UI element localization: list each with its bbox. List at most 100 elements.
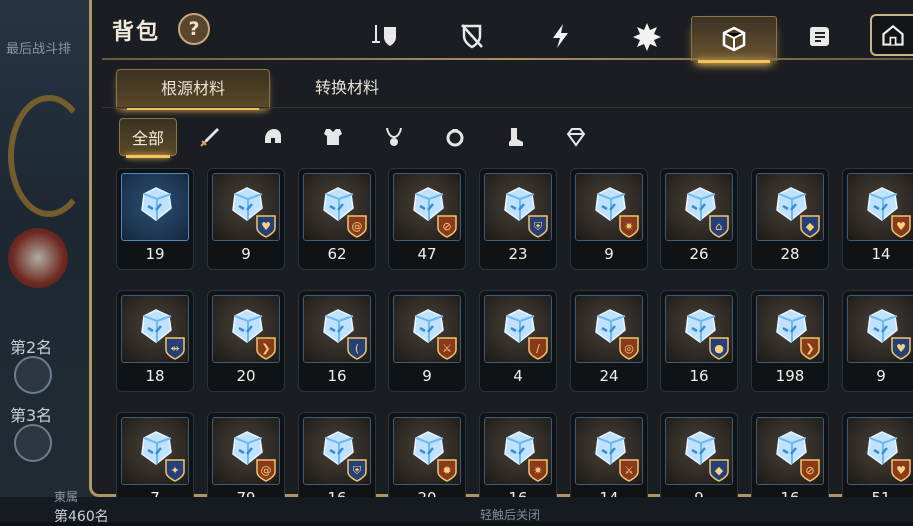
item-count: 4 bbox=[513, 367, 523, 385]
item-slot[interactable]: ⊘ 16 bbox=[751, 412, 829, 497]
item-image: ⌂ bbox=[665, 173, 733, 241]
scroll-icon[interactable] bbox=[792, 16, 848, 56]
house-icon[interactable] bbox=[870, 14, 913, 56]
svg-text:♥: ♥ bbox=[261, 220, 271, 233]
svg-text:⛨: ⛨ bbox=[534, 220, 543, 233]
close-hint[interactable]: 轻触后关闭 bbox=[480, 506, 540, 523]
arm-icon: ✦ bbox=[164, 458, 186, 482]
item-slot[interactable]: ◎ 24 bbox=[570, 290, 648, 392]
item-image: ✷ bbox=[575, 173, 643, 241]
item-image: ⚔ bbox=[575, 417, 643, 485]
item-count: 16 bbox=[327, 367, 347, 385]
item-slot[interactable]: ⌂ 26 bbox=[660, 168, 738, 270]
item-image: @ bbox=[303, 173, 371, 241]
bag-window: 背包 ? 根源材料 转换材料 全部 19 ♥ 9 @ 62 ⊘ 47 ⛨ 23 … bbox=[89, 0, 913, 497]
bottom-bar bbox=[0, 497, 913, 522]
item-count: 9 bbox=[876, 367, 886, 385]
laurel-icon bbox=[8, 95, 90, 217]
item-slot[interactable]: ⛨ 16 bbox=[298, 412, 376, 497]
item-count: 18 bbox=[145, 367, 165, 385]
tab-conversion-materials[interactable]: 转换材料 bbox=[270, 69, 424, 109]
item-count: 14 bbox=[871, 245, 891, 263]
item-slot[interactable]: ∕ 4 bbox=[479, 290, 557, 392]
tab-origin-materials[interactable]: 根源材料 bbox=[116, 69, 270, 110]
item-slot[interactable]: (16 bbox=[298, 290, 376, 392]
svg-text:⌂: ⌂ bbox=[716, 220, 723, 233]
sword-icon[interactable] bbox=[195, 118, 225, 156]
burst-icon[interactable] bbox=[619, 16, 675, 56]
item-slot[interactable]: 19 bbox=[116, 168, 194, 270]
svg-text:◆: ◆ bbox=[715, 464, 724, 477]
item-slot[interactable]: ⛨ 23 bbox=[479, 168, 557, 270]
item-count: 23 bbox=[508, 245, 528, 263]
item-image: ◆ bbox=[756, 173, 824, 241]
burst-icon: ✹ bbox=[436, 458, 458, 482]
item-slot[interactable]: ♥ 51 bbox=[842, 412, 913, 497]
item-slot[interactable]: ✦7 bbox=[116, 412, 194, 497]
helmet-icon[interactable] bbox=[258, 118, 288, 156]
snowflake-emblem-icon bbox=[14, 424, 52, 462]
item-slot[interactable]: ⊘ 47 bbox=[388, 168, 466, 270]
item-slot[interactable]: ♥ 9 bbox=[207, 168, 285, 270]
material-cube-icon[interactable] bbox=[691, 16, 777, 63]
item-image: ◆ bbox=[665, 417, 733, 485]
lightning-icon[interactable] bbox=[532, 16, 588, 56]
item-slot[interactable]: ♥ 9 bbox=[842, 290, 913, 392]
diamond-icon: ◆ bbox=[708, 458, 730, 482]
item-count: 9 bbox=[604, 245, 614, 263]
necklace-icon[interactable] bbox=[379, 118, 409, 156]
item-image: ⚔ bbox=[393, 295, 461, 363]
armor-icon[interactable] bbox=[318, 118, 348, 156]
item-image: ❯ bbox=[756, 295, 824, 363]
broken-shield-icon[interactable] bbox=[444, 16, 500, 56]
gem-icon[interactable] bbox=[561, 118, 591, 156]
ring-icon[interactable] bbox=[440, 118, 470, 156]
item-slot[interactable]: ⇴ 18 bbox=[116, 290, 194, 392]
crest-icon bbox=[8, 228, 68, 288]
item-image: ♥ bbox=[212, 173, 280, 241]
heart-icon: ♥ bbox=[890, 336, 912, 360]
item-slot[interactable]: ● 16 bbox=[660, 290, 738, 392]
item-count: 24 bbox=[599, 367, 619, 385]
sun-icon: ✷ bbox=[527, 458, 549, 482]
svg-text:⚔: ⚔ bbox=[442, 342, 452, 355]
item-slot[interactable]: ◆ 28 bbox=[751, 168, 829, 270]
item-slot[interactable]: ✹ 20 bbox=[388, 412, 466, 497]
heart-icon: ♥ bbox=[890, 214, 912, 238]
item-count: 7 bbox=[117, 489, 193, 497]
item-slot[interactable]: @62 bbox=[298, 168, 376, 270]
item-image: ♥ bbox=[847, 173, 913, 241]
sword-shield-icon[interactable] bbox=[356, 16, 412, 56]
rank-2-label: 第2名 bbox=[10, 338, 53, 357]
divider bbox=[102, 107, 913, 108]
svg-text:◎: ◎ bbox=[624, 342, 634, 355]
item-image bbox=[121, 173, 189, 241]
item-slot[interactable]: ❯ 20 bbox=[207, 290, 285, 392]
shield-icon: ⛨ bbox=[346, 458, 368, 482]
item-count: 9 bbox=[241, 245, 251, 263]
item-count: 9 bbox=[661, 489, 737, 497]
item-count: 20 bbox=[236, 367, 256, 385]
target-icon: ◎ bbox=[618, 336, 640, 360]
item-slot[interactable]: ❯ 198 bbox=[751, 290, 829, 392]
svg-text:⛨: ⛨ bbox=[353, 464, 362, 477]
item-slot[interactable]: ✷ 16 bbox=[479, 412, 557, 497]
rank-3-label: 第3名 bbox=[10, 406, 53, 425]
bottom-rank: 第460名 bbox=[54, 509, 109, 525]
item-slot[interactable]: ✷ 9 bbox=[570, 168, 648, 270]
item-slot[interactable]: ⚔ 14 bbox=[570, 412, 648, 497]
item-slot[interactable]: @79 bbox=[207, 412, 285, 497]
item-slot[interactable]: ◆9 bbox=[660, 412, 738, 497]
blade-icon: ⚔ bbox=[436, 336, 458, 360]
svg-text:⚔: ⚔ bbox=[624, 464, 634, 477]
item-slot[interactable]: ⚔ 9 bbox=[388, 290, 466, 392]
sun-icon: ✷ bbox=[618, 214, 640, 238]
diamond-icon: ◆ bbox=[799, 214, 821, 238]
item-slot[interactable]: ♥ 14 bbox=[842, 168, 913, 270]
boots-icon[interactable] bbox=[500, 118, 530, 156]
filter-all[interactable]: 全部 bbox=[119, 118, 177, 158]
svg-text:❯: ❯ bbox=[261, 342, 270, 355]
item-count: 16 bbox=[480, 489, 556, 497]
side-title: 最后战斗排 bbox=[6, 42, 72, 57]
item-count: 47 bbox=[417, 245, 437, 263]
